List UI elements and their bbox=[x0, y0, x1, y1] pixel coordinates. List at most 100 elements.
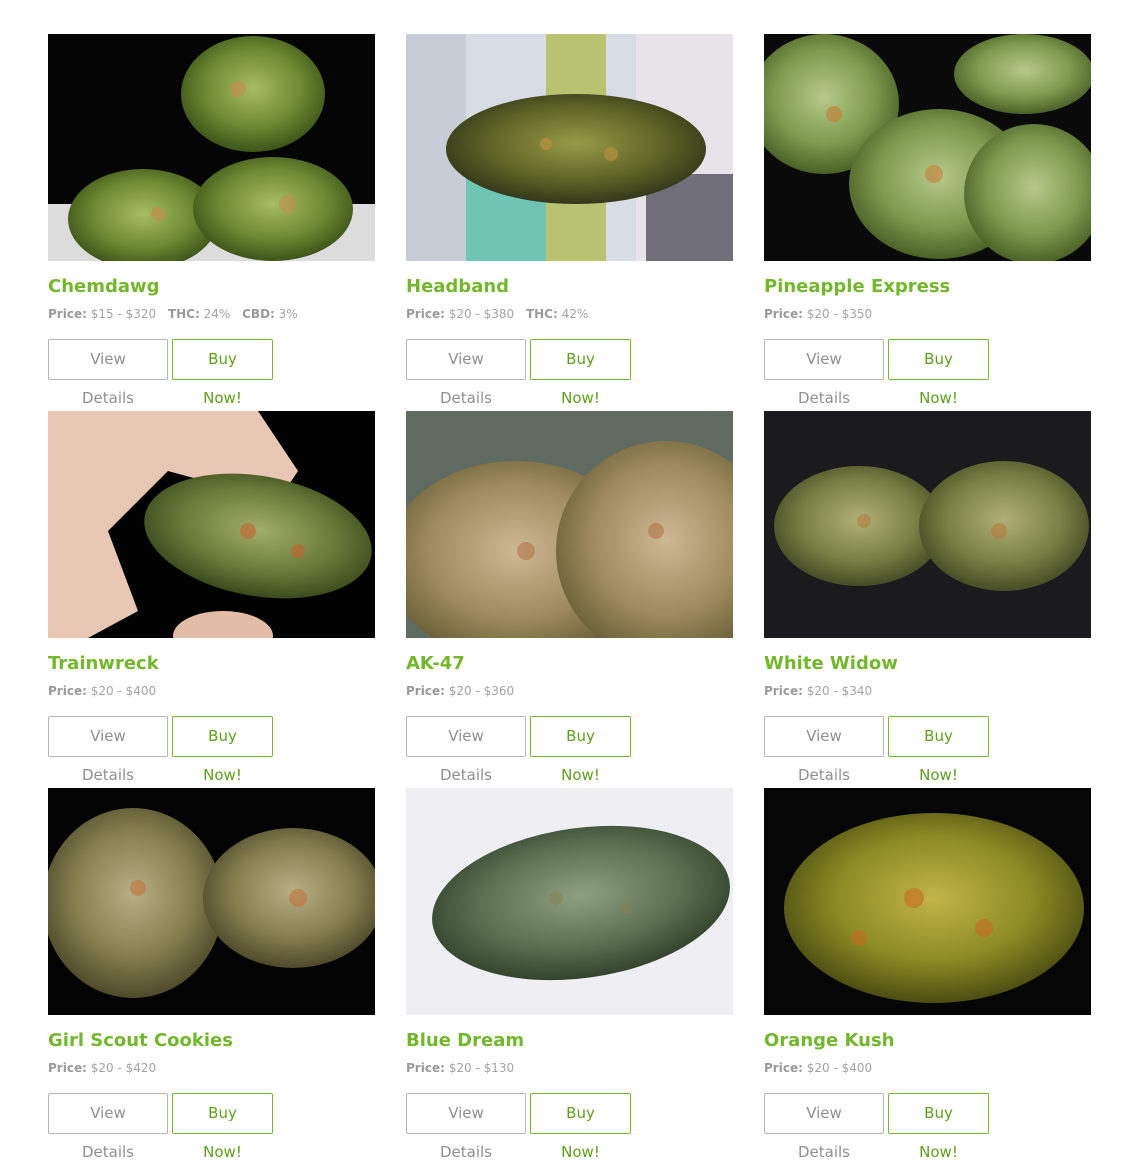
product-card: AK-47 Price: $20 - $360 View Details Buy… bbox=[406, 411, 733, 788]
thc-value: 24% bbox=[203, 307, 231, 321]
product-card: Orange Kush Price: $20 - $400 View Detai… bbox=[764, 788, 1091, 1165]
price-spec: Price: $20 - $400 bbox=[764, 1061, 872, 1075]
product-photo[interactable] bbox=[406, 411, 733, 638]
price-label: Price: bbox=[406, 307, 445, 321]
product-name[interactable]: Pineapple Express bbox=[764, 276, 1091, 298]
product-card: Blue Dream Price: $20 - $130 View Detail… bbox=[406, 788, 733, 1165]
buy-now-button[interactable]: Buy Now! bbox=[172, 716, 273, 784]
buy-now-button[interactable]: Buy Now! bbox=[530, 339, 631, 407]
product-card: Pineapple Express Price: $20 - $350 View… bbox=[764, 34, 1091, 411]
price-value: $20 - $420 bbox=[90, 1061, 157, 1075]
product-name[interactable]: Orange Kush bbox=[764, 1030, 1091, 1052]
view-details-button[interactable]: View Details bbox=[406, 716, 526, 784]
price-label: Price: bbox=[406, 1061, 445, 1075]
product-actions: View Details Buy Now! bbox=[406, 1093, 733, 1161]
product-actions: View Details Buy Now! bbox=[764, 716, 1091, 784]
cbd-label: CBD: bbox=[242, 307, 275, 321]
product-name[interactable]: White Widow bbox=[764, 653, 1091, 675]
product-card: Headband Price: $20 - $380 THC: 42% View… bbox=[406, 34, 733, 411]
cannabis-bud-image bbox=[764, 411, 1091, 638]
price-spec: Price: $20 - $340 bbox=[764, 684, 872, 698]
product-name[interactable]: Trainwreck bbox=[48, 653, 375, 675]
product-specs: Price: $20 - $400 bbox=[764, 1060, 1091, 1076]
product-card: Chemdawg Price: $15 - $320 THC: 24% CBD:… bbox=[48, 34, 375, 411]
view-details-button[interactable]: View Details bbox=[48, 339, 168, 407]
cannabis-bud-image bbox=[48, 34, 375, 261]
product-card: Trainwreck Price: $20 - $400 View Detail… bbox=[48, 411, 375, 788]
product-photo[interactable] bbox=[48, 34, 375, 261]
price-value: $20 - $400 bbox=[90, 684, 157, 698]
product-photo[interactable] bbox=[406, 34, 733, 261]
product-actions: View Details Buy Now! bbox=[406, 339, 733, 407]
price-value: $20 - $350 bbox=[806, 307, 873, 321]
product-name[interactable]: Chemdawg bbox=[48, 276, 375, 298]
product-name[interactable]: Headband bbox=[406, 276, 733, 298]
buy-now-button[interactable]: Buy Now! bbox=[530, 716, 631, 784]
product-photo[interactable] bbox=[764, 411, 1091, 638]
buy-now-button[interactable]: Buy Now! bbox=[888, 716, 989, 784]
cannabis-bud-image bbox=[406, 411, 733, 638]
price-value: $20 - $130 bbox=[448, 1061, 515, 1075]
view-details-button[interactable]: View Details bbox=[764, 1093, 884, 1161]
buy-now-button[interactable]: Buy Now! bbox=[530, 1093, 631, 1161]
cannabis-bud-image bbox=[764, 788, 1091, 1015]
thc-value: 42% bbox=[561, 307, 589, 321]
price-value: $20 - $360 bbox=[448, 684, 515, 698]
thc-spec: THC: 42% bbox=[526, 307, 588, 321]
price-spec: Price: $20 - $400 bbox=[48, 684, 156, 698]
product-specs: Price: $20 - $380 THC: 42% bbox=[406, 306, 733, 322]
price-spec: Price: $20 - $350 bbox=[764, 307, 872, 321]
buy-now-button[interactable]: Buy Now! bbox=[888, 339, 989, 407]
buy-now-button[interactable]: Buy Now! bbox=[172, 1093, 273, 1161]
price-spec: Price: $20 - $130 bbox=[406, 1061, 514, 1075]
product-grid: Chemdawg Price: $15 - $320 THC: 24% CBD:… bbox=[48, 34, 1091, 1165]
price-spec: Price: $20 - $380 bbox=[406, 307, 514, 321]
cannabis-bud-image bbox=[48, 788, 375, 1015]
product-name[interactable]: Girl Scout Cookies bbox=[48, 1030, 375, 1052]
view-details-button[interactable]: View Details bbox=[406, 1093, 526, 1161]
price-label: Price: bbox=[48, 1061, 87, 1075]
price-value: $20 - $380 bbox=[448, 307, 515, 321]
view-details-button[interactable]: View Details bbox=[764, 339, 884, 407]
price-label: Price: bbox=[764, 307, 803, 321]
product-card: Girl Scout Cookies Price: $20 - $420 Vie… bbox=[48, 788, 375, 1165]
product-name[interactable]: AK-47 bbox=[406, 653, 733, 675]
product-actions: View Details Buy Now! bbox=[48, 716, 375, 784]
thc-label: THC: bbox=[525, 307, 558, 321]
cannabis-bud-image bbox=[406, 788, 733, 1015]
view-details-button[interactable]: View Details bbox=[48, 1093, 168, 1161]
buy-now-button[interactable]: Buy Now! bbox=[888, 1093, 989, 1161]
price-label: Price: bbox=[764, 1061, 803, 1075]
price-label: Price: bbox=[764, 684, 803, 698]
product-card: White Widow Price: $20 - $340 View Detai… bbox=[764, 411, 1091, 788]
cannabis-bud-image bbox=[764, 34, 1091, 261]
product-specs: Price: $20 - $360 bbox=[406, 683, 733, 699]
view-details-button[interactable]: View Details bbox=[48, 716, 168, 784]
product-specs: Price: $20 - $350 bbox=[764, 306, 1091, 322]
product-specs: Price: $15 - $320 THC: 24% CBD: 3% bbox=[48, 306, 375, 322]
product-photo[interactable] bbox=[764, 34, 1091, 261]
thc-label: THC: bbox=[167, 307, 200, 321]
price-label: Price: bbox=[48, 307, 87, 321]
product-photo[interactable] bbox=[48, 411, 375, 638]
cannabis-bud-image bbox=[406, 34, 733, 261]
price-spec: Price: $15 - $320 bbox=[48, 307, 156, 321]
view-details-button[interactable]: View Details bbox=[406, 339, 526, 407]
product-photo[interactable] bbox=[48, 788, 375, 1015]
product-actions: View Details Buy Now! bbox=[406, 716, 733, 784]
product-name[interactable]: Blue Dream bbox=[406, 1030, 733, 1052]
product-photo[interactable] bbox=[406, 788, 733, 1015]
product-photo[interactable] bbox=[764, 788, 1091, 1015]
product-actions: View Details Buy Now! bbox=[48, 339, 375, 407]
product-specs: Price: $20 - $400 bbox=[48, 683, 375, 699]
view-details-button[interactable]: View Details bbox=[764, 716, 884, 784]
cannabis-bud-in-hand-image bbox=[48, 411, 375, 638]
price-label: Price: bbox=[48, 684, 87, 698]
cbd-spec: CBD: 3% bbox=[242, 307, 298, 321]
product-specs: Price: $20 - $130 bbox=[406, 1060, 733, 1076]
product-actions: View Details Buy Now! bbox=[764, 339, 1091, 407]
price-value: $20 - $400 bbox=[806, 1061, 873, 1075]
buy-now-button[interactable]: Buy Now! bbox=[172, 339, 273, 407]
price-value: $20 - $340 bbox=[806, 684, 873, 698]
product-actions: View Details Buy Now! bbox=[764, 1093, 1091, 1161]
